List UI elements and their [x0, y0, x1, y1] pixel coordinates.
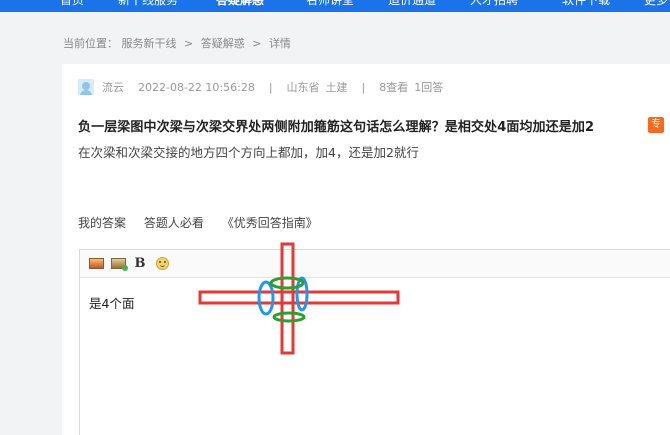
view-count: 8查看 [379, 81, 409, 94]
nav-item[interactable]: 新干线服务 [118, 0, 178, 7]
breadcrumb-current: 详情 [268, 37, 291, 50]
meta-divider: | [268, 80, 273, 94]
question-body: 在次梁和次梁交接的地方四个方向上都加，加4，还是加2就行 [78, 145, 419, 160]
question-title: 负一层梁图中次梁与次梁交界处两侧附加箍筋这句话怎么理解？是相交处4面均加还是加2 [78, 120, 595, 135]
tab-answer-guide[interactable]: 《优秀回答指南》 [222, 214, 318, 231]
question-meta: 流云 2022-08-22 10:56:28 | 山东省 土建 | 8查看 1回… [78, 79, 443, 95]
tab-my-answer[interactable]: 我的答案 [78, 214, 126, 231]
meta-divider: | [361, 80, 366, 94]
answer-tabs: 我的答案 答题人必看 《优秀回答指南》 [78, 214, 332, 231]
breadcrumb-link-service[interactable]: 服务新干线 [122, 35, 177, 51]
breadcrumb-separator: > [184, 37, 194, 50]
image-icon[interactable] [88, 257, 104, 271]
breadcrumb-prefix: 当前位置： [63, 37, 118, 50]
bold-icon[interactable]: B [132, 256, 148, 271]
nav-item[interactable]: 名师讲堂 [306, 0, 354, 7]
expert-badge: 专 [648, 117, 664, 133]
nav-item[interactable]: 人才招聘 [470, 0, 518, 7]
nav-item-active[interactable]: 答疑解惑 [216, 0, 264, 7]
breadcrumb-separator: > [252, 37, 262, 50]
post-datetime: 2022-08-22 10:56:28 [138, 80, 255, 94]
avatar-icon[interactable] [78, 79, 94, 95]
tab-answerer-must-read[interactable]: 答题人必看 [144, 214, 204, 231]
breadcrumb-link-qa[interactable]: 答疑解惑 [201, 35, 245, 51]
editor-content[interactable]: 是4个面 [89, 293, 134, 312]
image-add-icon[interactable] [110, 257, 128, 271]
nav-item[interactable]: 更多 [644, 0, 668, 7]
author-name[interactable]: 流云 [102, 79, 124, 95]
nav-item[interactable]: 造价通道 [388, 0, 436, 7]
post-location: 山东省 [286, 81, 320, 94]
breadcrumb: 当前位置： 服务新干线 > 答疑解惑 > 详情 [63, 35, 291, 51]
answer-editor[interactable]: B 是4个面 [79, 249, 670, 435]
nav-item[interactable]: 软件下载 [562, 0, 610, 7]
question-card: 流云 2022-08-22 10:56:28 | 山东省 土建 | 8查看 1回… [62, 64, 670, 435]
nav-item[interactable]: 首页 [60, 0, 84, 7]
post-category: 土建 [325, 81, 348, 94]
top-navigation-bar: 首页 新干线服务 答疑解惑 名师讲堂 造价通道 人才招聘 软件下载 更多 [0, 0, 670, 12]
editor-toolbar: B [80, 250, 670, 278]
emoji-icon[interactable] [154, 257, 170, 271]
answer-count: 1回答 [414, 81, 444, 94]
